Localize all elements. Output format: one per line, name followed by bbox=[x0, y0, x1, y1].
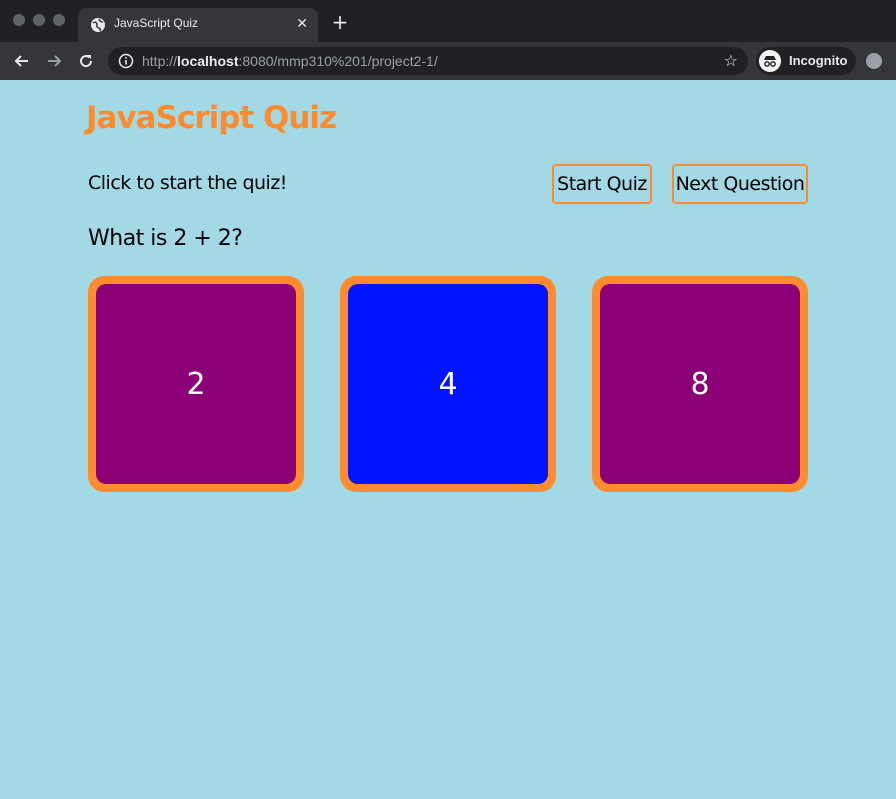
back-arrow-icon[interactable] bbox=[12, 51, 32, 71]
browser-chrome: JavaScript Quiz ✕ + http://localhost:808… bbox=[0, 0, 896, 80]
answer-label: 8 bbox=[690, 366, 710, 402]
answer-card-face: 4 bbox=[348, 284, 548, 484]
status-message: Click to start the quiz! bbox=[88, 172, 287, 194]
next-question-button[interactable]: Next Question bbox=[672, 164, 808, 204]
reload-icon[interactable] bbox=[76, 51, 96, 71]
address-bar[interactable]: http://localhost:8080/mmp310%201/project… bbox=[108, 47, 748, 75]
page-title: JavaScript Quiz bbox=[86, 100, 337, 136]
info-icon[interactable] bbox=[118, 53, 134, 69]
incognito-label: Incognito bbox=[789, 53, 848, 68]
minimize-window-button[interactable] bbox=[33, 14, 45, 26]
incognito-icon bbox=[759, 50, 781, 72]
maximize-window-button[interactable] bbox=[53, 14, 65, 26]
close-tab-icon[interactable]: ✕ bbox=[296, 15, 308, 33]
globe-icon bbox=[91, 18, 105, 32]
answer-card[interactable]: 2 bbox=[88, 276, 304, 492]
bookmark-star-icon[interactable]: ☆ bbox=[724, 51, 738, 70]
close-window-button[interactable] bbox=[13, 14, 25, 26]
browser-toolbar: http://localhost:8080/mmp310%201/project… bbox=[0, 42, 896, 80]
url-text: http://localhost:8080/mmp310%201/project… bbox=[142, 53, 438, 69]
tab-strip: JavaScript Quiz ✕ + bbox=[0, 0, 896, 42]
answer-label: 4 bbox=[438, 366, 458, 402]
answer-card[interactable]: 8 bbox=[592, 276, 808, 492]
answer-card-face: 8 bbox=[600, 284, 800, 484]
start-quiz-button[interactable]: Start Quiz bbox=[552, 164, 652, 204]
answer-card-face: 2 bbox=[96, 284, 296, 484]
browser-menu-icon[interactable] bbox=[866, 53, 882, 69]
tab-title: JavaScript Quiz bbox=[114, 16, 199, 30]
question-text: What is 2 + 2? bbox=[88, 226, 243, 251]
answer-card[interactable]: 4 bbox=[340, 276, 556, 492]
browser-tab[interactable]: JavaScript Quiz ✕ bbox=[78, 8, 318, 42]
answer-label: 2 bbox=[186, 366, 206, 402]
incognito-profile-button[interactable]: Incognito bbox=[756, 47, 856, 75]
new-tab-button[interactable]: + bbox=[330, 12, 350, 32]
forward-arrow-icon[interactable] bbox=[44, 51, 64, 71]
